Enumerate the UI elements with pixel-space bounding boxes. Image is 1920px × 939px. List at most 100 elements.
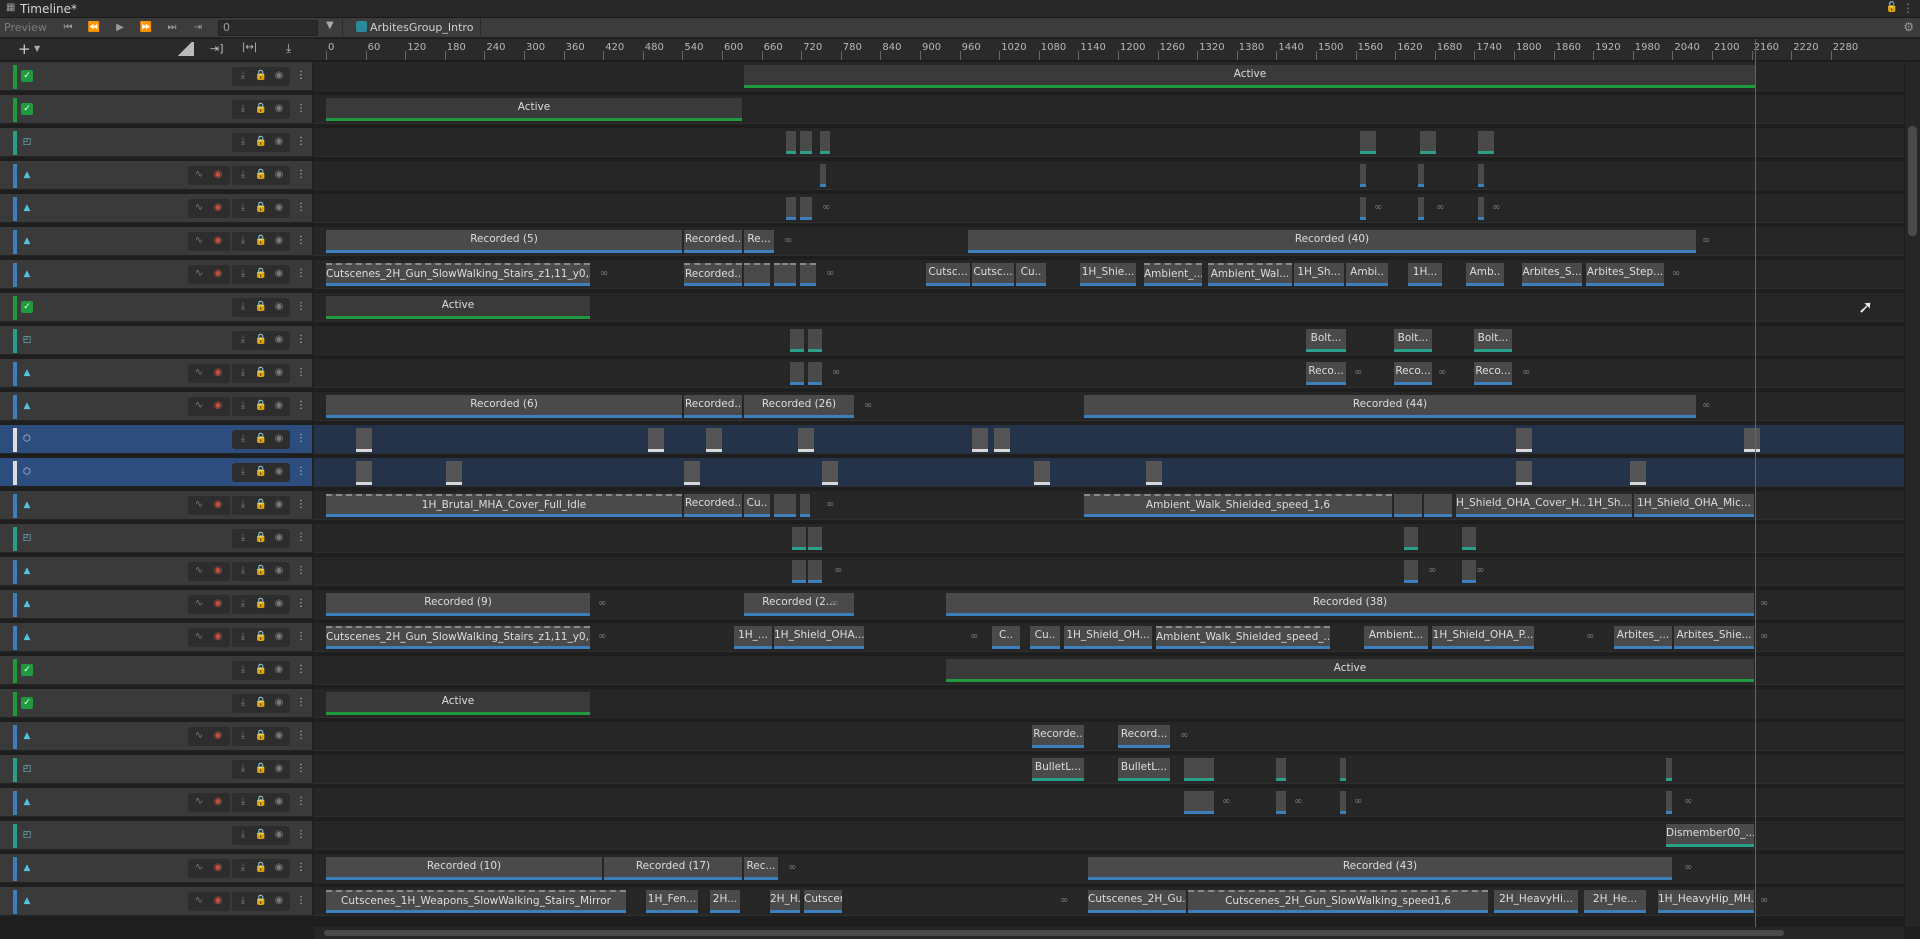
timeline-clip[interactable]: Arbites_...	[1614, 626, 1672, 649]
timeline-clip[interactable]: 1H_Shield_OHA_Mic...	[1634, 494, 1754, 517]
lock-icon[interactable]: 🔒	[254, 399, 268, 413]
pin-icon[interactable]: ⤓	[236, 663, 250, 677]
lock-icon[interactable]: 🔒	[254, 663, 268, 677]
eye-icon[interactable]: ◉	[272, 102, 286, 116]
track-lane[interactable]: Dismember00_...	[314, 821, 1904, 850]
timeline-clip[interactable]: Reco...	[1474, 362, 1512, 385]
track-menu-icon[interactable]: ⋮	[294, 201, 308, 215]
pin-icon[interactable]: ⤓	[236, 201, 250, 215]
track-header[interactable]: ▲ ∿ ◉ ⤓ 🔒 ◉ ⋮	[0, 557, 313, 586]
timeline-clip[interactable]: 1H_Shield_OHA_P...	[1432, 626, 1534, 649]
curves-icon[interactable]: ∿	[192, 795, 206, 809]
breadcrumb-asset[interactable]: ArbitesGroup_Intro	[370, 21, 473, 34]
timeline-clip[interactable]: 1H_Sh...	[1586, 494, 1632, 517]
lock-icon[interactable]: 🔒	[254, 333, 268, 347]
timeline-clip[interactable]	[1184, 791, 1214, 814]
timeline-clip[interactable]: Active	[946, 659, 1754, 682]
curves-icon[interactable]: ∿	[192, 861, 206, 875]
curves-icon[interactable]: ∿	[192, 366, 206, 380]
track-header[interactable]: ▲ ∿ ◉ ⤓ 🔒 ◉ ⋮	[0, 854, 313, 883]
track-header[interactable]: ▲ ∿ ◉ ⤓ 🔒 ◉ ⋮	[0, 887, 313, 916]
track-menu-icon[interactable]: ⋮	[294, 696, 308, 710]
eye-icon[interactable]: ◉	[272, 366, 286, 380]
curves-icon[interactable]: ∿	[192, 168, 206, 182]
track-menu-icon[interactable]: ⋮	[294, 366, 308, 380]
eye-icon[interactable]: ◉	[272, 729, 286, 743]
record-icon[interactable]: ◉	[211, 564, 225, 578]
timeline-clip[interactable]	[1418, 164, 1424, 187]
timeline-clip[interactable]	[1424, 494, 1452, 517]
timeline-clip[interactable]: Recorded (6)	[326, 395, 682, 418]
eye-icon[interactable]: ◉	[272, 267, 286, 281]
lock-icon[interactable]: 🔒	[254, 498, 268, 512]
lock-icon[interactable]: 🔒	[254, 366, 268, 380]
frame-dropdown-icon[interactable]: ▼	[326, 20, 334, 31]
timeline-clip[interactable]: Recorded (43)	[1088, 857, 1672, 880]
curves-icon[interactable]: ∿	[192, 267, 206, 281]
lock-icon[interactable]: 🔒	[254, 69, 268, 83]
curves-icon[interactable]: ∿	[192, 399, 206, 413]
timeline-clip[interactable]: Recorded (10)	[326, 857, 602, 880]
timeline-clip[interactable]	[1478, 131, 1494, 154]
timeline-clip[interactable]	[808, 329, 822, 352]
timeline-clip[interactable]: 2H_H...	[770, 890, 800, 913]
timeline-clip[interactable]: Cu..	[1016, 263, 1046, 286]
track-menu-icon[interactable]: ⋮	[294, 828, 308, 842]
timeline-clip[interactable]: Cu..	[744, 494, 770, 517]
timeline-clip[interactable]	[1340, 791, 1346, 814]
sound-event-marker[interactable]	[1630, 461, 1646, 485]
timeline-clip[interactable]	[1404, 527, 1418, 550]
lock-icon[interactable]: 🔒	[254, 135, 268, 149]
settings-gear-icon[interactable]: ⚙	[1903, 20, 1914, 34]
play-icon[interactable]: ▶	[110, 20, 130, 36]
pin-icon[interactable]: ⤓	[236, 333, 250, 347]
timeline-clip[interactable]: Recorded..	[684, 395, 742, 418]
track-header[interactable]: ◰ ⤓ 🔒 ◉ ⋮	[0, 821, 313, 850]
timeline-clip[interactable]: 1H_HeavyHip_MH...	[1658, 890, 1754, 913]
track-header[interactable]: ▲ ∿ ◉ ⤓ 🔒 ◉ ⋮	[0, 722, 313, 751]
pin-icon[interactable]: ⤓	[236, 102, 250, 116]
eye-icon[interactable]: ◉	[272, 696, 286, 710]
eye-icon[interactable]: ◉	[272, 795, 286, 809]
track-lane[interactable]: ∞ ∞ ∞ ∞	[314, 788, 1904, 817]
track-lane[interactable]: Cutscenes_2H_Gun_SlowWalking_Stairs_z1,1…	[314, 623, 1904, 652]
lock-icon[interactable]: 🔒	[254, 630, 268, 644]
track-lane[interactable]: Cutscenes_1H_Weapons_SlowWalking_Stairs_…	[314, 887, 1904, 916]
curves-icon[interactable]: ∿	[192, 630, 206, 644]
record-icon[interactable]: ◉	[211, 861, 225, 875]
timeline-clip[interactable]: Cutscenes_2H_Gun_SlowWalking_speed1,6	[1188, 890, 1488, 913]
curves-icon[interactable]: ∿	[192, 894, 206, 908]
track-menu-icon[interactable]: ⋮	[294, 630, 308, 644]
pin-icon[interactable]: ⤓	[236, 597, 250, 611]
checkbox-icon[interactable]: ✓	[21, 301, 33, 313]
track-lane[interactable]: ∞ ∞ ∞	[314, 557, 1904, 586]
timeline-clip[interactable]	[808, 560, 822, 583]
timeline-clip[interactable]	[1462, 527, 1476, 550]
checkbox-icon[interactable]: ✓	[21, 697, 33, 709]
track-header[interactable]: ✓ ⤓ 🔒 ◉ ⋮	[0, 293, 313, 322]
timeline-clip[interactable]: Active	[744, 65, 1756, 88]
timeline-clip[interactable]: Recorded (26)	[744, 395, 854, 418]
pin-icon[interactable]: ⤓	[236, 135, 250, 149]
track-header[interactable]: ▲ ∿ ◉ ⤓ 🔒 ◉ ⋮	[0, 359, 313, 388]
record-icon[interactable]: ◉	[211, 267, 225, 281]
timeline-clip[interactable]: Ambient_Walk_Shielded_speed_1,6	[1084, 494, 1392, 517]
vertical-scroll-thumb[interactable]	[1908, 126, 1917, 236]
lock-icon[interactable]: 🔒	[254, 531, 268, 545]
timeline-clip[interactable]: 1H_Shield_OH...	[1064, 626, 1152, 649]
track-header[interactable]: ✓ ⤓ 🔒 ◉ ⋮	[0, 689, 313, 718]
track-header[interactable]: ◰ ⤓ 🔒 ◉ ⋮	[0, 128, 313, 157]
play-range-icon[interactable]: ⇥	[188, 20, 208, 36]
vertical-scrollbar[interactable]	[1905, 62, 1920, 927]
checkbox-icon[interactable]: ✓	[21, 664, 33, 676]
timeline-clip[interactable]: Active	[326, 296, 590, 319]
timeline-clip[interactable]	[1462, 560, 1476, 583]
pin-icon[interactable]: ⤓	[236, 762, 250, 776]
frame-field[interactable]: 0	[218, 20, 318, 36]
track-header[interactable]: ▲ ∿ ◉ ⤓ 🔒 ◉ ⋮	[0, 392, 313, 421]
timeline-clip[interactable]	[786, 197, 796, 220]
sound-event-marker[interactable]	[1146, 461, 1162, 485]
record-icon[interactable]: ◉	[211, 168, 225, 182]
timeline-clip[interactable]	[820, 131, 830, 154]
timeline-clip[interactable]	[1360, 131, 1376, 154]
